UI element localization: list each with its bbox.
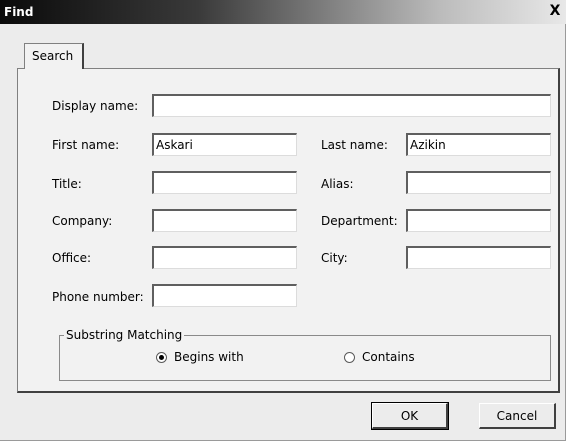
first-name-label: First name:	[52, 138, 120, 152]
substring-matching-legend: Substring Matching	[64, 328, 185, 342]
city-label: City:	[321, 251, 348, 265]
alias-field[interactable]	[406, 171, 551, 194]
ok-button[interactable]: OK	[371, 402, 449, 430]
begins-with-label[interactable]: Begins with	[174, 350, 244, 364]
contains-radio[interactable]	[344, 352, 355, 363]
first-name-field[interactable]	[152, 133, 297, 156]
title-label: Title:	[52, 177, 82, 191]
last-name-label: Last name:	[321, 138, 388, 152]
company-label: Company:	[52, 214, 113, 228]
window-title: Find	[4, 5, 34, 19]
office-field[interactable]	[152, 246, 297, 269]
title-field[interactable]	[152, 171, 297, 194]
tab-search-label: Search	[32, 49, 74, 63]
company-field[interactable]	[152, 209, 297, 232]
phone-number-field[interactable]	[152, 284, 297, 307]
display-name-label: Display name:	[52, 99, 139, 113]
title-bar[interactable]: Find X	[0, 0, 566, 24]
cancel-button[interactable]: Cancel	[479, 403, 556, 429]
phone-number-label: Phone number:	[52, 290, 144, 304]
city-field[interactable]	[406, 246, 551, 269]
display-name-field[interactable]	[152, 94, 551, 117]
begins-with-radio[interactable]	[156, 352, 167, 363]
office-label: Office:	[52, 251, 92, 265]
close-button[interactable]: X	[547, 3, 563, 19]
contains-label[interactable]: Contains	[362, 350, 415, 364]
tab-search[interactable]: Search	[24, 43, 84, 69]
alias-label: Alias:	[321, 177, 354, 191]
department-label: Department:	[321, 214, 398, 228]
department-field[interactable]	[406, 209, 551, 232]
last-name-field[interactable]	[406, 133, 551, 156]
